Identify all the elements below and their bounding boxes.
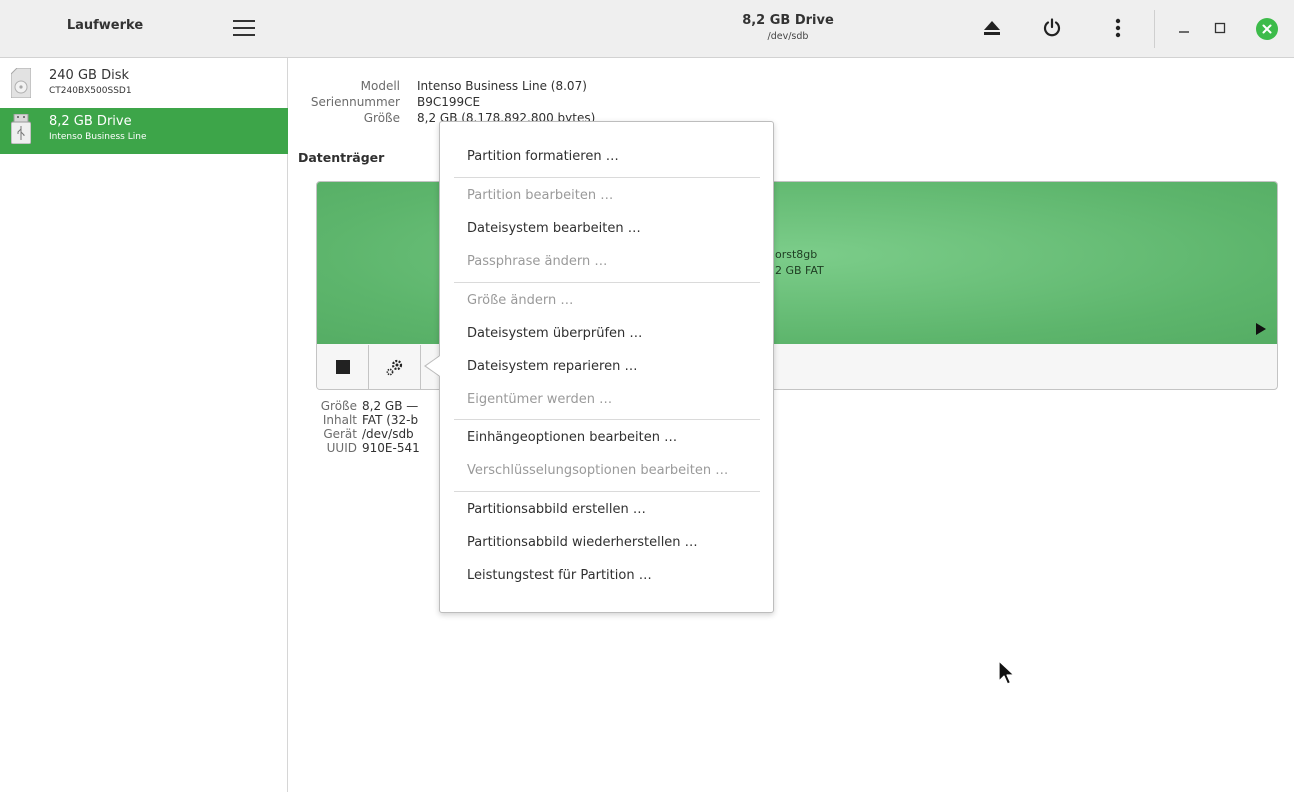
menu-item-repair-filesystem[interactable]: Dateisystem reparieren …	[467, 359, 637, 374]
size-label: Größe	[363, 111, 400, 125]
serial-value: B9C199CE	[417, 95, 481, 109]
menu-separator	[454, 282, 760, 283]
disk-icon	[11, 68, 31, 98]
sidebar-header: Laufwerke	[0, 0, 288, 58]
menu-pointer-fill	[426, 356, 440, 376]
menu-item-change-passphrase[interactable]: Passphrase ändern …	[467, 254, 607, 269]
volume-device-label: Gerät	[323, 427, 357, 441]
close-icon	[1262, 24, 1272, 34]
menu-item-edit-filesystem[interactable]: Dateisystem bearbeiten …	[467, 221, 641, 236]
partition-options-menu: Partition formatieren … Partition bearbe…	[439, 121, 774, 613]
drive-device-path: /dev/sdb	[767, 31, 809, 42]
close-button[interactable]	[1256, 18, 1278, 40]
volume-info-labels: Größe Inhalt Gerät UUID	[300, 399, 357, 455]
volume-uuid-label: UUID	[326, 441, 357, 455]
maximize-icon	[1214, 22, 1226, 34]
maximize-button[interactable]	[1203, 14, 1237, 42]
volume-size-label: Größe	[320, 399, 357, 413]
model-label: Modell	[360, 79, 400, 93]
header-separator	[1154, 10, 1155, 48]
hamburger-icon[interactable]	[233, 19, 255, 37]
menu-separator	[454, 177, 760, 178]
eject-icon	[984, 21, 1000, 35]
model-value: Intenso Business Line (8.07)	[417, 79, 587, 93]
power-off-button[interactable]	[1035, 14, 1069, 42]
gears-icon	[386, 359, 402, 376]
drive-model: CT240BX500SSD1	[49, 86, 132, 96]
drive-options-button[interactable]	[1101, 14, 1135, 42]
eject-button[interactable]	[975, 14, 1009, 42]
menu-item-create-partition-image[interactable]: Partitionsabbild erstellen …	[467, 502, 646, 517]
menu-item-resize[interactable]: Größe ändern …	[467, 293, 573, 308]
serial-label: Seriennummer	[310, 95, 400, 109]
menu-separator	[454, 491, 760, 492]
sidebar-title: Laufwerke	[66, 18, 144, 33]
disks-window: Laufwerke 240 GB Disk CT240BX500SSD1 8,2…	[0, 0, 1294, 792]
mounted-arrow-icon	[1256, 323, 1266, 335]
drive-info-values: Intenso Business Line (8.07) B9C199CE 8,…	[417, 78, 595, 126]
drive-name: 240 GB Disk	[49, 68, 129, 83]
minimize-icon	[1179, 31, 1189, 33]
header-bar: 8,2 GB Drive /dev/sdb	[288, 0, 1294, 58]
drive-info-labels: Modell Seriennummer Größe	[296, 78, 400, 126]
stop-icon	[335, 360, 350, 374]
menu-item-benchmark-partition[interactable]: Leistungstest für Partition …	[467, 568, 652, 583]
power-icon	[1043, 18, 1061, 37]
drive-title: 8,2 GB Drive	[742, 13, 834, 28]
minimize-button[interactable]	[1167, 14, 1201, 42]
volumes-section-title: Datenträger	[298, 150, 385, 165]
menu-separator	[454, 419, 760, 420]
volume-content-label: Inhalt	[322, 413, 357, 427]
menu-item-restore-partition-image[interactable]: Partitionsabbild wiederherstellen …	[467, 535, 698, 550]
menu-item-format-partition[interactable]: Partition formatieren …	[467, 149, 619, 164]
partition-size: 2 GB FAT	[775, 264, 824, 277]
menu-item-edit-mount-options[interactable]: Einhängeoptionen bearbeiten …	[467, 430, 677, 445]
stop-partition-button[interactable]	[317, 345, 369, 389]
drive-model: Intenso Business Line	[49, 132, 147, 142]
sidebar: Laufwerke 240 GB Disk CT240BX500SSD1 8,2…	[0, 0, 288, 792]
drive-name: 8,2 GB Drive	[49, 114, 132, 129]
menu-item-edit-partition[interactable]: Partition bearbeiten …	[467, 188, 613, 203]
partition-name: orst8gb	[775, 248, 818, 261]
menu-item-edit-encryption-options[interactable]: Verschlüsselungsoptionen bearbeiten …	[467, 463, 728, 478]
usb-drive-icon	[11, 114, 31, 144]
mouse-pointer-icon	[998, 660, 1015, 685]
sidebar-item-240gb-disk[interactable]: 240 GB Disk CT240BX500SSD1	[0, 62, 288, 108]
more-options-icon	[1115, 18, 1121, 38]
partition-settings-button[interactable]	[369, 345, 421, 389]
menu-item-take-ownership[interactable]: Eigentümer werden …	[467, 392, 612, 407]
sidebar-item-8gb-drive[interactable]: 8,2 GB Drive Intenso Business Line	[0, 108, 288, 154]
menu-item-check-filesystem[interactable]: Dateisystem überprüfen …	[467, 326, 642, 341]
